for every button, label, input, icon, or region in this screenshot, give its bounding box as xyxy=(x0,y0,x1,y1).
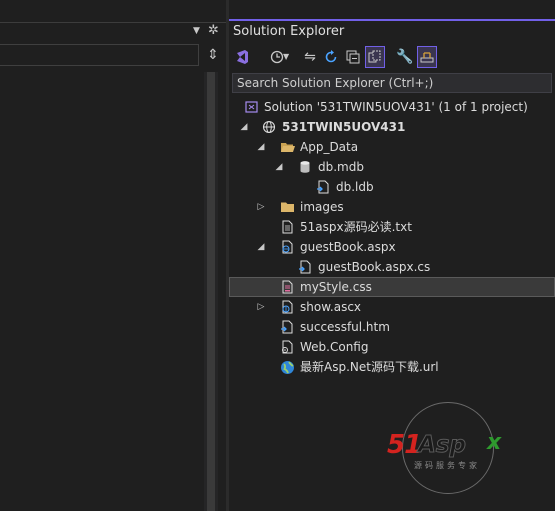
watermark-subtitle: 源码服务专家 xyxy=(414,461,480,470)
tree-item-db-mdb[interactable]: ◢ db.mdb xyxy=(229,157,555,177)
tree-item-label: db.mdb xyxy=(318,160,364,174)
tree-item-guestbook-aspx[interactable]: ◢ guestBook.aspx xyxy=(229,237,555,257)
search-input[interactable]: Search Solution Explorer (Ctrl+;) xyxy=(232,73,552,93)
globe-icon xyxy=(280,360,294,374)
config-file-icon xyxy=(280,340,294,354)
tree-item-label: 51aspx源码必读.txt xyxy=(300,220,412,234)
tree-item-label: 531TWIN5UOV431 xyxy=(282,120,406,134)
watermark-logo-x: x xyxy=(487,430,502,455)
left-pane: ▼ ✲ ⇕ xyxy=(0,0,226,511)
gear-icon[interactable]: ✲ xyxy=(208,23,219,38)
tree-item-show-ascx[interactable]: ▷ show.ascx xyxy=(229,297,555,317)
solution-explorer-toolbar: ▼ ⇋ 🔧 xyxy=(229,44,555,70)
split-icon[interactable]: ⇕ xyxy=(205,46,221,64)
tree-item-app-data[interactable]: ◢ App_Data xyxy=(229,137,555,157)
website-icon xyxy=(262,120,276,134)
file-icon xyxy=(316,180,330,194)
tree-item-db-ldb[interactable]: db.ldb xyxy=(229,177,555,197)
watermark-logo-asp: Asp xyxy=(418,432,467,459)
tree-item-successful-htm[interactable]: successful.htm xyxy=(229,317,555,337)
expanded-arrow-icon[interactable]: ◢ xyxy=(239,117,249,137)
tree-item-project[interactable]: ◢ 531TWIN5UOV431 xyxy=(229,117,555,137)
properties-wrench-icon[interactable]: 🔧 xyxy=(395,46,415,68)
tree-item-label: 最新Asp.Net源码下载.url xyxy=(300,360,439,374)
expanded-arrow-icon[interactable]: ◢ xyxy=(274,157,284,177)
tree-item-web-config[interactable]: Web.Config xyxy=(229,337,555,357)
tree-item-label: show.ascx xyxy=(300,300,362,314)
tree-item-guestbook-cs[interactable]: guestBook.aspx.cs xyxy=(229,257,555,277)
watermark-logo-51: 51 xyxy=(387,430,422,460)
folder-open-icon xyxy=(280,140,295,154)
solution-icon xyxy=(245,100,259,114)
tree-item-label: guestBook.aspx.cs xyxy=(318,260,431,274)
panel-title: Solution Explorer xyxy=(233,24,345,39)
sync-icon[interactable]: ⇋ xyxy=(301,46,319,68)
left-scrollbar-thumb[interactable] xyxy=(207,72,215,511)
tree-item-label: db.ldb xyxy=(336,180,374,194)
css-file-icon xyxy=(280,280,294,294)
html-file-icon xyxy=(280,320,294,334)
left-header-divider xyxy=(0,22,226,23)
tree-item-label: images xyxy=(300,200,344,214)
tree-item-download-url[interactable]: 最新Asp.Net源码下载.url xyxy=(229,357,555,377)
collapsed-arrow-icon[interactable]: ▷ xyxy=(256,197,266,217)
active-tab-accent xyxy=(229,19,555,21)
show-all-files-icon[interactable] xyxy=(365,46,385,68)
expanded-arrow-icon[interactable]: ◢ xyxy=(256,237,266,257)
tree-item-label: Solution '531TWIN5UOV431' (1 of 1 projec… xyxy=(264,100,528,114)
ascx-file-icon xyxy=(280,300,294,314)
chevron-down-icon[interactable]: ▼ xyxy=(193,26,200,36)
tree-item-mystyle-css[interactable]: myStyle.css xyxy=(229,277,555,297)
collapsed-arrow-icon[interactable]: ▷ xyxy=(256,297,266,317)
folder-icon xyxy=(280,200,294,214)
tree-item-label: Web.Config xyxy=(300,340,369,354)
tree-item-label: successful.htm xyxy=(300,320,390,334)
tree-item-label: myStyle.css xyxy=(300,280,372,294)
tree-item-readme-txt[interactable]: 51aspx源码必读.txt xyxy=(229,217,555,237)
collapse-all-icon[interactable] xyxy=(343,46,363,68)
vs-switch-views-icon[interactable] xyxy=(232,46,252,68)
text-file-icon xyxy=(280,220,294,234)
tree-item-label: App_Data xyxy=(300,140,359,154)
tree-item-label: guestBook.aspx xyxy=(300,240,396,254)
left-input-field[interactable] xyxy=(0,44,199,66)
preview-icon[interactable] xyxy=(417,46,437,68)
refresh-icon[interactable] xyxy=(321,46,341,68)
tree-item-solution[interactable]: Solution '531TWIN5UOV431' (1 of 1 projec… xyxy=(229,97,555,117)
history-icon[interactable]: ▼ xyxy=(263,46,291,68)
cs-file-icon xyxy=(298,260,312,274)
aspx-file-icon xyxy=(280,240,294,254)
database-icon xyxy=(298,160,312,174)
tree-item-images[interactable]: ▷ images xyxy=(229,197,555,217)
expanded-arrow-icon[interactable]: ◢ xyxy=(256,137,266,157)
